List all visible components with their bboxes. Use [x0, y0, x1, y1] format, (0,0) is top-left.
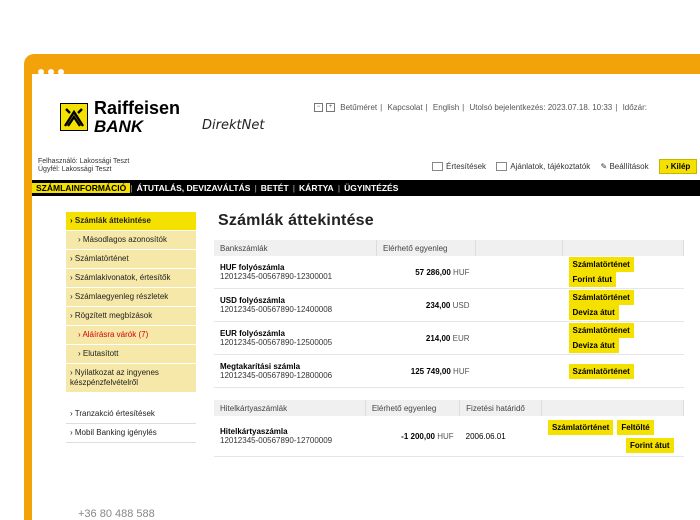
font-increase-icon[interactable]: +	[326, 103, 335, 113]
menu-services[interactable]: ÜGYINTÉZÉS	[340, 183, 402, 193]
table-row: USD folyószámla 12012345-00567890-1240000…	[214, 288, 684, 322]
topup-button[interactable]: Feltölté	[617, 419, 654, 435]
web-page: Raiffeisen BANK DirektNet − + Betűméret | …	[32, 74, 700, 520]
english-link[interactable]: English	[433, 103, 459, 112]
raiffeisen-gable-icon	[60, 103, 88, 131]
phone-number: +36 80 488 588	[78, 508, 155, 520]
column-header	[541, 400, 684, 416]
sidebar-item-balance-details[interactable]: › Számlaegyenleg részletek	[66, 288, 196, 307]
account-currency: EUR	[452, 333, 470, 343]
account-currency: HUF	[453, 267, 470, 277]
account-balance: 234,00	[425, 300, 451, 310]
offers-link[interactable]: Ajánlatok, tájékoztatók	[496, 162, 591, 172]
account-balance: -1 200,00	[401, 431, 435, 441]
table-row: HUF folyószámla 12012345-00567890-1230000…	[214, 256, 684, 289]
browser-window: Raiffeisen BANK DirektNet − + Betűméret | …	[24, 54, 700, 520]
history-button[interactable]: Számlatörténet	[568, 363, 634, 379]
credit-card-table: Hitelkártyaszámlák Elérhető egyenleg Fiz…	[214, 400, 684, 457]
column-header: Elérhető egyenleg	[376, 240, 476, 256]
sidebar-item-statements[interactable]: › Számlakivonatok, értesítők	[66, 269, 196, 288]
account-number: 12012345-00567890-12700009	[220, 436, 333, 445]
account-currency: HUF	[453, 366, 470, 376]
font-size-link[interactable]: Betűméret	[340, 103, 377, 112]
header: Raiffeisen BANK DirektNet − + Betűméret | …	[32, 74, 700, 156]
bank-accounts-table: Bankszámlák Elérhető egyenleg HUF folyós…	[214, 240, 684, 388]
table-row: Megtakarítási számla 12012345-00567890-12…	[214, 354, 684, 388]
column-header	[475, 240, 563, 256]
menu-account-info[interactable]: SZÁMLAINFORMÁCIÓ	[32, 183, 131, 193]
settings-link[interactable]: ✎ Beállítások	[601, 162, 649, 171]
logo-name: Raiffeisen	[94, 98, 181, 118]
account-number: 12012345-00567890-12800006	[220, 371, 333, 380]
table-row: EUR folyószámla 12012345-00567890-1250000…	[214, 321, 684, 355]
account-name[interactable]: Megtakarítási számla	[220, 362, 371, 371]
column-header	[562, 240, 684, 256]
account-balance: 214,00	[425, 333, 451, 343]
font-decrease-icon[interactable]: −	[314, 103, 323, 113]
utility-bar: Értesítések Ajánlatok, tájékoztatók ✎ Be…	[432, 159, 698, 174]
menu-deposit[interactable]: BETÉT	[257, 183, 293, 193]
column-header: Hitelkártyaszámlák	[214, 400, 366, 416]
column-header: Elérhető egyenleg	[365, 400, 461, 416]
sidebar-item-cash-declaration[interactable]: › Nyilatkozat az ingyenes készpénzfelvét…	[66, 364, 196, 393]
sidebar-item-history[interactable]: › Számlatörténet	[66, 250, 196, 269]
account-number: 12012345-00567890-12300001	[220, 272, 333, 281]
main-content: Számlák áttekintése Bankszámlák Elérhető…	[214, 212, 700, 457]
account-balance: 57 286,00	[415, 267, 451, 277]
timeout-label: Időzár:	[622, 103, 648, 112]
due-date: 2006.06.01	[459, 416, 542, 457]
sidebar-item-recorded-orders[interactable]: › Rögzített megbízások	[66, 307, 196, 326]
transfer-button[interactable]: Deviza átut	[568, 305, 619, 320]
history-button[interactable]: Számlatörténet	[547, 419, 614, 435]
history-button[interactable]: Számlatörténet	[568, 257, 634, 272]
sidebar-item-overview[interactable]: › Számlák áttekintése	[66, 212, 196, 231]
table-row: Hitelkártyaszámla 12012345-00567890-12700…	[214, 416, 684, 457]
history-button[interactable]: Számlatörténet	[568, 323, 634, 338]
transfer-button[interactable]: Forint átut	[625, 437, 674, 453]
account-name[interactable]: HUF folyószámla	[220, 263, 371, 272]
logo-subtitle: BANK	[94, 117, 144, 136]
sidebar-item-rejected[interactable]: › Elutasított	[66, 345, 196, 364]
account-number: 12012345-00567890-12400008	[220, 305, 333, 314]
offers-label: Ajánlatok, tájékoztatók	[510, 162, 591, 171]
sidebar: › Számlák áttekintése › Másodlagos azono…	[66, 212, 196, 443]
account-name[interactable]: EUR folyószámla	[220, 329, 371, 338]
page-title: Számlák áttekintése	[218, 212, 374, 229]
menu-transfer[interactable]: ÁTUTALÁS, DEVIZAVÁLTÁS	[133, 183, 255, 193]
column-header: Bankszámlák	[214, 240, 377, 256]
sidebar-item-secondary-ids[interactable]: › Másodlagos azonosítók	[66, 231, 196, 250]
last-login-text: Utolsó bejelentkezés: 2023.07.18. 10:33	[469, 103, 613, 112]
account-currency: USD	[452, 300, 470, 310]
account-balance: 125 749,00	[410, 366, 451, 376]
menu-card[interactable]: KÁRTYA	[295, 183, 338, 193]
client-name: Ügyfél: Lakossági Teszt	[38, 166, 112, 173]
account-name[interactable]: USD folyószámla	[220, 296, 371, 305]
user-name: Felhasználó: Lakossági Teszt	[38, 158, 130, 165]
account-name[interactable]: Hitelkártyaszámla	[220, 427, 359, 436]
sidebar-item-awaiting-signature[interactable]: › Aláírásra várók (7)	[66, 326, 196, 345]
history-button[interactable]: Számlatörténet	[568, 290, 634, 305]
notifications-label: Értesítések	[446, 162, 487, 171]
transfer-button[interactable]: Deviza átut	[568, 338, 619, 353]
document-icon	[496, 162, 508, 172]
contact-link[interactable]: Kapcsolat	[387, 103, 422, 112]
logout-button[interactable]: › Kilép	[658, 159, 698, 174]
settings-label: Beállítások	[609, 162, 649, 171]
sidebar-item-transaction-notifications[interactable]: › Tranzakció értesítések	[66, 405, 196, 424]
user-info: Felhasználó: Lakossági Teszt Ügyfél: Lak…	[38, 158, 129, 174]
product-name: DirektNet	[202, 118, 265, 133]
main-menu: SZÁMLAINFORMÁCIÓ | ÁTUTALÁS, DEVIZAVÁLTÁS |…	[32, 180, 700, 196]
top-links: − + Betűméret | Kapcsolat | English | Utolsó…	[314, 103, 650, 113]
transfer-button[interactable]: Forint átut	[568, 272, 617, 287]
account-number: 12012345-00567890-12500005	[220, 338, 333, 347]
sidebar-item-mobile-banking[interactable]: › Mobil Banking igénylés	[66, 424, 196, 443]
account-currency: HUF	[437, 431, 454, 441]
column-header: Fizetési határidő	[459, 400, 543, 416]
mail-icon	[432, 162, 443, 172]
notifications-link[interactable]: Értesítések	[432, 162, 487, 172]
